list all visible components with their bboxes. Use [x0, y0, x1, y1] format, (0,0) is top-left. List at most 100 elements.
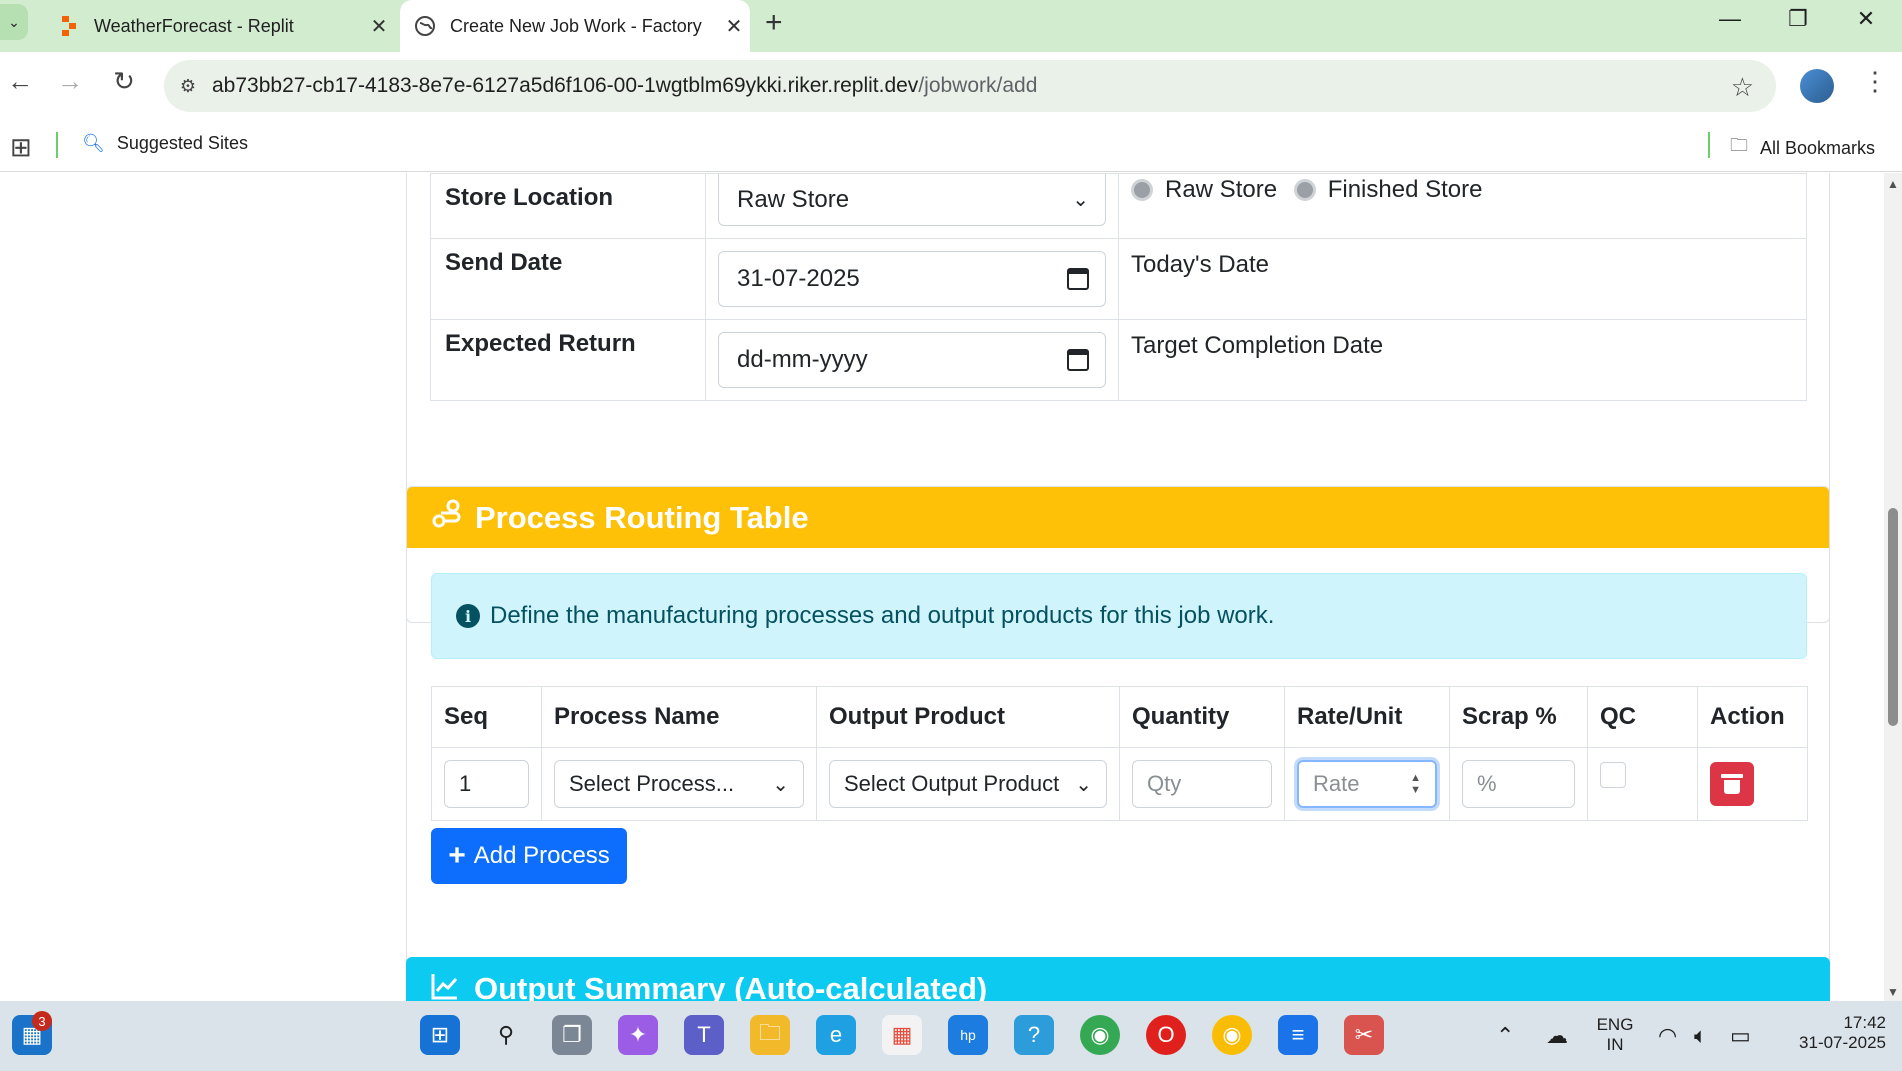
send-date-label: Send Date [430, 238, 706, 320]
globe-icon [414, 15, 436, 37]
table-header-row: Seq Process Name Output Product Quantity… [431, 686, 1808, 748]
expected-return-hint: Target Completion Date [1118, 319, 1807, 401]
chevron-down-icon: ⌄ [1075, 773, 1092, 796]
windows-taskbar: ▦ 3 ⊞ ⚲ ❐ ✦ T 🗀 e ▦ hp ? ◉ O ◉ ≡ ✂ ⌃ ☁ E… [0, 1001, 1902, 1071]
close-icon[interactable]: ✕ [363, 14, 395, 39]
store-location-label: Store Location [430, 173, 706, 239]
divider [1708, 132, 1710, 158]
url-text[interactable]: ab73bb27-cb17-4183-8e7e-6127a5d6f106-00-… [212, 74, 1037, 98]
volume-icon[interactable]: 🔈︎ [1694, 1023, 1707, 1049]
snipping-tool-icon[interactable]: ✂ [1344, 1015, 1384, 1055]
seq-input[interactable]: 1 [444, 760, 529, 808]
minimize-icon[interactable]: — [1700, 6, 1760, 32]
output-summary-header: Output Summary (Auto-calculated) [406, 957, 1830, 1001]
store-icon[interactable]: ▦ [882, 1015, 922, 1055]
output-product-select[interactable]: Select Output Product ⌄ [829, 760, 1107, 808]
close-icon[interactable]: ✕ [718, 14, 750, 39]
scroll-up-icon[interactable]: ▲ [1887, 177, 1899, 191]
col-seq: Seq [431, 686, 542, 748]
bookmark-all-bookmarks[interactable]: 🗀 All Bookmarks [1730, 133, 1875, 163]
process-routing-header: Process Routing Table [407, 487, 1829, 548]
plus-icon: + [448, 839, 466, 872]
profile-avatar[interactable] [1800, 69, 1834, 103]
new-tab-button[interactable]: + [765, 8, 783, 38]
notepad-icon[interactable]: ≡ [1278, 1015, 1318, 1055]
file-explorer-icon[interactable]: 🗀 [750, 1015, 790, 1055]
delete-row-button[interactable] [1710, 762, 1754, 806]
chevron-up-icon[interactable]: ⌃ [1496, 1023, 1514, 1049]
search-icon[interactable]: ⚲ [486, 1015, 526, 1055]
restore-icon[interactable]: ❐ [1768, 6, 1828, 32]
site-info-icon[interactable]: ⚙ [164, 76, 212, 97]
apps-grid-icon[interactable]: ⊞ [10, 132, 32, 163]
expected-return-input[interactable]: dd-mm-yyyy [718, 332, 1106, 388]
menu-kebab-icon[interactable]: ⋮ [1862, 66, 1888, 97]
bookmarks-bar: ⊞ 🔍︎ Suggested Sites 🗀 All Bookmarks [0, 120, 1902, 172]
scroll-down-icon[interactable]: ▼ [1887, 985, 1899, 999]
info-alert: i Define the manufacturing processes and… [431, 573, 1807, 659]
add-process-button[interactable]: + Add Process [431, 828, 627, 884]
spinner-icon[interactable]: ▲ ▼ [1410, 772, 1421, 796]
replit-icon [58, 15, 80, 37]
browser-tab-create-job-work[interactable]: Create New Job Work - Factory ✕ [400, 0, 750, 52]
windows-start-icon[interactable]: ⊞ [420, 1015, 460, 1055]
calendar-icon[interactable] [1067, 268, 1089, 290]
send-date-row: Send Date 31-07-2025 Today's Date [430, 238, 1807, 320]
wifi-icon[interactable]: ◠ [1658, 1023, 1677, 1049]
page-scrollbar[interactable]: ▲ ▼ [1884, 173, 1902, 1001]
col-action: Action [1697, 686, 1808, 748]
chrome-icon[interactable]: ◉ [1212, 1015, 1252, 1055]
myhp-icon[interactable]: hp [948, 1015, 988, 1055]
chevron-down-icon: ⌄ [772, 773, 789, 796]
reload-icon[interactable]: ↻ [104, 66, 144, 97]
store-location-select[interactable]: Raw Store ⌄ [718, 174, 1106, 226]
col-output-product: Output Product [816, 686, 1120, 748]
calendar-icon[interactable] [1067, 349, 1089, 371]
send-date-hint: Today's Date [1118, 238, 1807, 320]
col-rate-unit: Rate/Unit [1284, 686, 1450, 748]
qc-checkbox[interactable] [1600, 762, 1626, 788]
chart-line-icon [430, 971, 460, 1001]
address-bar[interactable]: ⚙ ab73bb27-cb17-4183-8e7e-6127a5d6f106-0… [164, 60, 1776, 112]
info-icon: i [456, 604, 480, 628]
output-summary-title: Output Summary (Auto-calculated) [474, 971, 988, 1001]
language-indicator[interactable]: ENG IN [1590, 1015, 1640, 1055]
page-viewport: Store Location Raw Store ⌄ Raw Store Fin… [0, 173, 1884, 1001]
copilot-icon[interactable]: ✦ [618, 1015, 658, 1055]
process-routing-title: Process Routing Table [475, 499, 809, 535]
col-quantity: Quantity [1119, 686, 1285, 748]
opera-icon[interactable]: O [1146, 1015, 1186, 1055]
radio-finished-store[interactable]: Finished Store [1293, 176, 1482, 204]
task-view-icon[interactable]: ❐ [552, 1015, 592, 1055]
forward-icon[interactable]: → [50, 66, 90, 97]
col-scrap: Scrap % [1449, 686, 1588, 748]
scrap-input[interactable]: % [1462, 760, 1575, 808]
quantity-input[interactable]: Qty [1132, 760, 1272, 808]
bookmark-star-icon[interactable]: ☆ [1731, 72, 1754, 103]
process-select[interactable]: Select Process... ⌄ [554, 760, 804, 808]
battery-icon[interactable]: ▭ [1730, 1023, 1751, 1049]
onedrive-icon[interactable]: ☁ [1546, 1023, 1568, 1049]
job-details-table: Store Location Raw Store ⌄ Raw Store Fin… [430, 173, 1807, 401]
tab-search-button[interactable]: ⌄ [0, 4, 28, 40]
table-row: 1 Select Process... ⌄ Select Output Produ… [431, 747, 1808, 821]
folder-icon: 🗀 [1730, 135, 1748, 155]
edge-icon[interactable]: e [816, 1015, 856, 1055]
rate-input[interactable]: Rate ▲ ▼ [1297, 760, 1437, 808]
help-icon[interactable]: ? [1014, 1015, 1054, 1055]
send-date-input[interactable]: 31-07-2025 [718, 251, 1106, 307]
chrome-icon[interactable]: ◉ [1080, 1015, 1120, 1055]
radio-raw-store[interactable]: Raw Store [1131, 176, 1277, 204]
notification-badge: 3 [32, 1011, 52, 1031]
back-icon[interactable]: ← [0, 66, 40, 97]
bookmark-suggested-sites[interactable]: 🔍︎ Suggested Sites [82, 133, 248, 154]
browser-toolbar: ← → ↻ ⚙ ab73bb27-cb17-4183-8e7e-6127a5d6… [0, 52, 1902, 120]
browser-tab-weatherforecast[interactable]: WeatherForecast - Replit ✕ [40, 0, 395, 52]
scrollbar-thumb[interactable] [1888, 508, 1898, 726]
teams-icon[interactable]: T [684, 1015, 724, 1055]
clock[interactable]: 17:42 31-07-2025 [1776, 1013, 1886, 1053]
expected-return-label: Expected Return [430, 319, 706, 401]
tab-title: WeatherForecast - Replit [94, 15, 294, 36]
close-window-icon[interactable]: ✕ [1836, 6, 1896, 32]
trash-icon [1721, 774, 1743, 794]
